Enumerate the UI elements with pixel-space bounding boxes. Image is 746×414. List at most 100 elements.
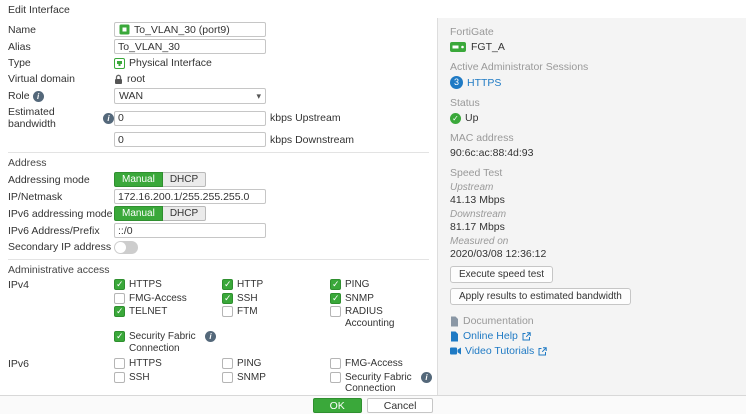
checkbox-box[interactable]: [114, 358, 125, 369]
fortigate-device-icon: [450, 42, 466, 52]
checkbox-label: SNMP: [345, 293, 374, 305]
checkbox-box[interactable]: [222, 279, 233, 290]
ipv6-addressing-mode-segment: Manual DHCP: [114, 206, 206, 221]
ipv6-address-input[interactable]: [114, 223, 266, 238]
session-count-badge: 3: [450, 76, 463, 89]
lock-icon: [114, 74, 123, 85]
checkbox-box[interactable]: [114, 279, 125, 290]
ipv4-https-checkbox[interactable]: HTTPS: [114, 279, 216, 291]
checkbox-box[interactable]: [330, 306, 341, 317]
speed-test-heading: Speed Test: [450, 167, 734, 179]
sessions-protocol-link[interactable]: HTTPS: [467, 77, 501, 89]
alias-input[interactable]: [114, 39, 266, 54]
interface-icon: [119, 24, 130, 35]
ipv6-security-fabric-checkbox[interactable]: Security Fabric Connection: [330, 372, 432, 395]
checkbox-label: SSH: [237, 293, 258, 305]
role-label: Role: [8, 90, 30, 102]
downstream-value: 81.17 Mbps: [450, 221, 734, 233]
checkbox-box[interactable]: [114, 331, 125, 342]
type-value: Physical Interface: [129, 57, 212, 69]
ipv4-fmg-access-checkbox[interactable]: FMG-Access: [114, 293, 216, 305]
ipv6-ssh-checkbox[interactable]: SSH: [114, 372, 216, 395]
cancel-button[interactable]: Cancel: [367, 398, 434, 413]
virtual-domain-value: root: [127, 73, 145, 85]
downstream-bandwidth-input[interactable]: [114, 132, 266, 147]
checkbox-label: PING: [345, 279, 369, 291]
checkbox-label: HTTPS: [129, 279, 162, 291]
ipv6-access-label: IPv6: [8, 358, 114, 370]
ipv4-security-fabric-checkbox[interactable]: Security Fabric Connection: [114, 331, 216, 354]
addressing-mode-dhcp-button[interactable]: DHCP: [162, 172, 206, 187]
checkbox-label: FMG-Access: [129, 293, 187, 305]
checkbox-box[interactable]: [330, 279, 341, 290]
ip-netmask-input[interactable]: [114, 189, 266, 204]
execute-speed-test-button[interactable]: Execute speed test: [450, 266, 553, 283]
ipv4-snmp-checkbox[interactable]: SNMP: [330, 293, 432, 305]
checkbox-label: PING: [237, 358, 261, 370]
ipv4-telnet-checkbox[interactable]: TELNET: [114, 306, 216, 329]
ip-netmask-label: IP/Netmask: [8, 191, 114, 203]
checkbox-label: SSH: [129, 372, 150, 384]
ipv6-fmg-access-checkbox[interactable]: FMG-Access: [330, 358, 432, 370]
ipv6-mode-dhcp-button[interactable]: DHCP: [162, 206, 206, 221]
address-heading: Address: [8, 157, 429, 169]
edit-interface-page: Edit Interface Name To_VLAN_30 (port9) A…: [0, 0, 746, 414]
alias-label: Alias: [8, 41, 114, 53]
checkbox-label: TELNET: [129, 306, 167, 318]
checkbox-label: Security Fabric Connection: [345, 372, 417, 395]
addressing-mode-manual-button[interactable]: Manual: [114, 172, 163, 187]
checkbox-box[interactable]: [330, 372, 341, 383]
video-tutorials-link[interactable]: Video Tutorials: [450, 345, 734, 357]
status-up-icon: [450, 113, 461, 124]
checkbox-box[interactable]: [330, 358, 341, 369]
ipv4-access-grid: HTTPS HTTP PING FMG-Access SSH SNMP TELN…: [114, 279, 432, 354]
form-footer: OK Cancel: [0, 395, 746, 414]
upstream-bandwidth-input[interactable]: [114, 111, 266, 126]
ipv4-http-checkbox[interactable]: HTTP: [222, 279, 324, 291]
ipv6-ping-checkbox[interactable]: PING: [222, 358, 324, 370]
bandwidth-info-icon[interactable]: [103, 113, 114, 124]
name-field: To_VLAN_30 (port9): [114, 22, 266, 37]
downstream-unit-label: kbps Downstream: [270, 134, 354, 146]
apply-results-button[interactable]: Apply results to estimated bandwidth: [450, 288, 631, 305]
ipv6-access-grid: HTTPS PING FMG-Access SSH SNMP Security …: [114, 358, 432, 395]
checkbox-label: RADIUS Accounting: [345, 306, 432, 329]
checkbox-box[interactable]: [222, 293, 233, 304]
role-select[interactable]: WAN: [114, 88, 266, 104]
name-label: Name: [8, 24, 114, 36]
checkbox-box[interactable]: [114, 306, 125, 317]
checkbox-label: HTTPS: [129, 358, 162, 370]
edit-interface-form: Name To_VLAN_30 (port9) Alias Type: [0, 18, 437, 395]
online-help-link[interactable]: Online Help: [450, 330, 734, 342]
security-fabric-info-icon[interactable]: [205, 331, 216, 342]
ipv4-radius-accounting-checkbox[interactable]: RADIUS Accounting: [330, 306, 432, 329]
ipv4-ftm-checkbox[interactable]: FTM: [222, 306, 324, 329]
address-section: Address Addressing mode Manual DHCP IP/N…: [8, 152, 429, 254]
checkbox-box[interactable]: [114, 293, 125, 304]
ipv4-ping-checkbox[interactable]: PING: [330, 279, 432, 291]
ipv6-https-checkbox[interactable]: HTTPS: [114, 358, 216, 370]
ipv6-snmp-checkbox[interactable]: SNMP: [222, 372, 324, 395]
name-value: To_VLAN_30 (port9): [134, 24, 230, 36]
ok-button[interactable]: OK: [313, 398, 362, 413]
type-label: Type: [8, 57, 114, 69]
checkbox-label: FTM: [237, 306, 258, 318]
device-name: FGT_A: [471, 41, 505, 53]
documentation-heading: Documentation: [463, 315, 534, 327]
online-help-label: Online Help: [463, 330, 518, 342]
ipv6-mode-manual-button[interactable]: Manual: [114, 206, 163, 221]
checkbox-box[interactable]: [114, 372, 125, 383]
role-info-icon[interactable]: [33, 91, 44, 102]
ipv4-access-label: IPv4: [8, 279, 114, 291]
secondary-ip-toggle[interactable]: [114, 241, 138, 254]
checkbox-box[interactable]: [222, 306, 233, 317]
mac-address-heading: MAC address: [450, 132, 734, 144]
checkbox-box[interactable]: [222, 358, 233, 369]
checkbox-box[interactable]: [222, 372, 233, 383]
checkbox-box[interactable]: [330, 293, 341, 304]
security-fabric-info-icon[interactable]: [421, 372, 432, 383]
checkbox-label: Security Fabric Connection: [129, 331, 201, 354]
chevron-down-icon: [256, 90, 261, 102]
virtual-domain-label: Virtual domain: [8, 73, 114, 85]
ipv4-ssh-checkbox[interactable]: SSH: [222, 293, 324, 305]
